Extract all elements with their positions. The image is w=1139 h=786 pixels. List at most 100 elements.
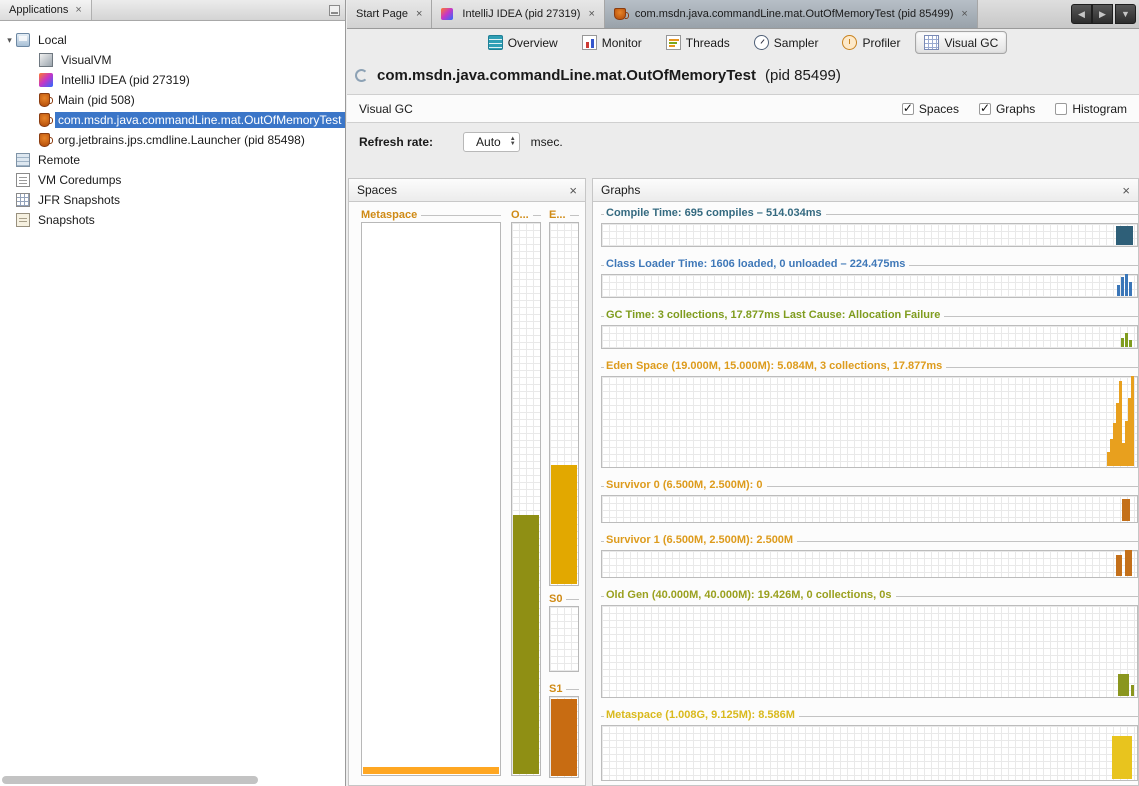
graph-title: Compile Time: 695 compiles – 514.034ms [601,207,1138,221]
tab-overview[interactable]: Overview [479,31,567,54]
graph-bar [1121,277,1124,296]
refresh-rate-unit: msec. [531,135,563,149]
horizontal-scrollbar[interactable] [2,776,258,784]
graph-title-label: Survivor 1 (6.500M, 2.500M): 2.500M [604,534,797,548]
refresh-spinner-icon [355,69,368,82]
tab-label: Profiler [862,36,900,50]
visualgc-toolbar-label: Visual GC [359,102,413,116]
tree-item[interactable]: JFR Snapshots [0,190,345,210]
checkbox-histogram[interactable]: Histogram [1055,102,1127,116]
checkbox-label: Spaces [919,102,959,116]
snapshot-icon [16,213,30,227]
spaces-panel: Spaces × Metaspace O... E... [348,178,586,786]
tree-item[interactable]: Main (pid 508) [0,90,345,110]
title-border-line [946,367,1138,368]
title-border-line [826,214,1138,215]
tree-item[interactable]: VisualVM [0,50,345,70]
tab-applications-label: Applications [9,4,68,16]
title-border-line [909,265,1138,266]
display-options: Spaces Graphs Histogram [902,102,1127,116]
eden-space-fill [551,465,577,584]
graph-strip [601,274,1138,298]
close-icon[interactable]: × [961,8,967,20]
metaspace-space: Metaspace [361,208,501,222]
graph-strip [601,376,1138,468]
prev-tab-button[interactable]: ◀ [1071,4,1092,24]
applications-panel: Applications × ▾LocalVisualVM IntelliJ ID… [0,0,346,786]
tree-item-label: com.msdn.java.commandLine.mat.OutOfMemor… [55,112,345,128]
spaces-panel-title: Spaces [357,183,397,197]
title-border-line [896,596,1138,597]
old-gen-space-label: O... [511,209,529,221]
graph-title: Survivor 0 (6.500M, 2.500M): 0 [601,479,1138,493]
close-icon[interactable]: × [569,183,577,198]
graph-bar [1116,555,1122,576]
tree-item[interactable]: Remote [0,150,345,170]
document-tab[interactable]: Start Page × [347,0,432,28]
tab-label: Monitor [602,36,642,50]
tree-item-label: Main (pid 508) [55,92,138,108]
applications-tree: ▾LocalVisualVM IntelliJ IDEA (pid 27319) M… [0,21,345,230]
graph-row: Survivor 0 (6.500M, 2.500M): 0 [601,479,1138,523]
expander-open-icon[interactable]: ▾ [3,35,16,46]
title-border-line [767,486,1138,487]
applications-tabbar: Applications × [0,0,345,21]
tree-item-label: org.jetbrains.jps.cmdline.Launcher (pid … [55,132,308,148]
close-icon[interactable]: × [1122,183,1130,198]
panels: Spaces × Metaspace O... E... [348,178,1139,786]
minimize-icon[interactable] [329,5,340,16]
graph-row: Old Gen (40.000M, 40.000M): 19.426M, 0 c… [601,589,1138,698]
tab-monitor[interactable]: Monitor [573,31,651,54]
checkbox-graphs[interactable]: Graphs [979,102,1035,116]
tab-applications[interactable]: Applications × [0,0,92,20]
tab-threads[interactable]: Threads [657,31,739,54]
tab-sampler[interactable]: Sampler [745,31,828,54]
checkbox-icon[interactable] [902,103,914,115]
tab-label: Visual GC [944,36,998,50]
close-icon[interactable]: × [75,4,81,16]
tree-item-label: IntelliJ IDEA (pid 27319) [58,72,193,88]
close-icon[interactable]: × [416,8,422,20]
checkbox-icon[interactable] [1055,103,1067,115]
refresh-rate-combobox[interactable]: Auto ▲ ▼ [463,132,520,152]
next-tab-button[interactable]: ▶ [1092,4,1113,24]
document-tab[interactable]: IntelliJ IDEA (pid 27319) × [432,0,604,28]
graph-row: Survivor 1 (6.500M, 2.500M): 2.500M [601,534,1138,578]
tab-visual-gc[interactable]: Visual GC [915,31,1007,54]
tree-item[interactable]: com.msdn.java.commandLine.mat.OutOfMemor… [0,110,345,130]
tree-item[interactable]: Snapshots [0,210,345,230]
graph-title-label: Survivor 0 (6.500M, 2.500M): 0 [604,479,767,493]
checkbox-icon[interactable] [979,103,991,115]
spaces-panel-header: Spaces × [349,179,585,202]
spaces-body: Metaspace O... E... S0 [349,202,585,785]
visualgc-icon [924,35,939,50]
document-tab-label: IntelliJ IDEA (pid 27319) [462,8,580,20]
graph-bar [1131,376,1134,466]
tab-profiler[interactable]: Profiler [833,31,909,54]
stepper-icon: ▲ ▼ [510,137,516,147]
intellij-icon [39,73,53,87]
close-icon[interactable]: × [588,8,594,20]
title-border-line [570,215,579,216]
visualgc-toolbar: Visual GC Spaces Graphs Histogram [347,94,1139,123]
title-border-line [944,316,1138,317]
java-icon [614,8,626,20]
document-tab[interactable]: com.msdn.java.commandLine.mat.OutOfMemor… [605,0,978,28]
graph-bar [1122,499,1130,521]
tab-label: Sampler [774,36,819,50]
document-tab-label: Start Page [356,8,408,20]
graph-title-label: Metaspace (1.008G, 9.125M): 8.586M [604,709,799,723]
tree-item[interactable]: IntelliJ IDEA (pid 27319) [0,70,345,90]
stepper-down-icon[interactable]: ▼ [510,142,516,147]
tree-item[interactable]: ▾Local [0,30,345,50]
checkbox-spaces[interactable]: Spaces [902,102,959,116]
graph-bar [1125,274,1128,296]
tree-item[interactable]: org.jetbrains.jps.cmdline.Launcher (pid … [0,130,345,150]
monitor-icon [582,35,597,50]
tab-nav-widget: ◀ ▶ ▼ [1071,4,1136,24]
graph-title: Old Gen (40.000M, 40.000M): 19.426M, 0 c… [601,589,1138,603]
tab-list-dropdown[interactable]: ▼ [1115,4,1136,24]
tree-item[interactable]: VM Coredumps [0,170,345,190]
graph-strip [601,550,1138,578]
graph-row: GC Time: 3 collections, 17.877ms Last Ca… [601,309,1138,349]
